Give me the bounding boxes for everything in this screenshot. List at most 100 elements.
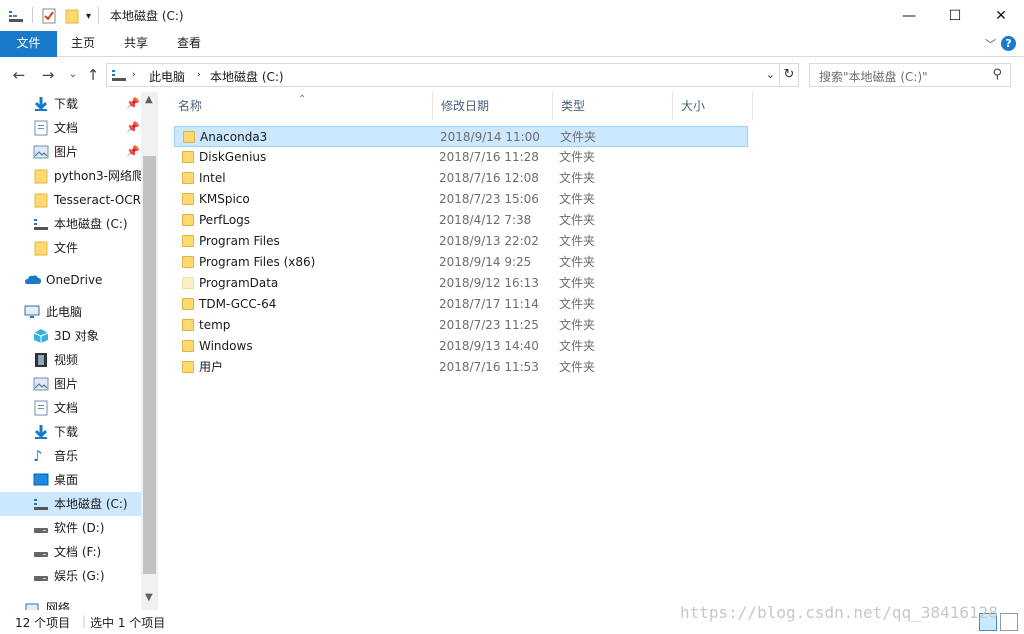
pin-icon[interactable]: 📌 bbox=[126, 116, 140, 140]
scroll-up-icon[interactable]: ▲ bbox=[145, 94, 153, 105]
pin-icon[interactable]: 📌 bbox=[126, 92, 140, 116]
nav-item-network[interactable]: 网络 bbox=[0, 596, 141, 610]
file-type: 文件夹 bbox=[560, 130, 597, 144]
folder-icon bbox=[33, 240, 49, 256]
nav-label: 图片 bbox=[54, 145, 79, 159]
table-row[interactable]: temp 2018/7/23 11:25 文件夹 bbox=[174, 315, 748, 336]
help-icon[interactable]: ? bbox=[1001, 36, 1016, 51]
nav-label: 文档 (F:) bbox=[54, 545, 102, 559]
folder-icon bbox=[33, 168, 49, 184]
file-date: 2018/7/17 11:14 bbox=[439, 297, 539, 311]
maximize-button[interactable]: ☐ bbox=[932, 0, 978, 31]
properties-icon[interactable] bbox=[42, 7, 57, 25]
picture-icon bbox=[33, 144, 49, 160]
table-row[interactable]: Anaconda3 2018/9/14 11:00 文件夹 bbox=[174, 126, 748, 147]
scroll-down-icon[interactable]: ▼ bbox=[145, 592, 153, 603]
nav-item-drive-f[interactable]: 文档 (F:) bbox=[0, 540, 141, 564]
breadcrumb-separator-icon[interactable]: › bbox=[132, 70, 136, 80]
nav-item-downloads-pc[interactable]: 下载 bbox=[0, 420, 141, 444]
minimize-button[interactable]: — bbox=[886, 0, 932, 31]
document-icon bbox=[33, 400, 49, 416]
scrollbar-thumb[interactable] bbox=[143, 156, 156, 574]
nav-item-drive-g[interactable]: 娱乐 (G:) bbox=[0, 564, 141, 588]
customize-quick-access-icon[interactable]: ▾ bbox=[86, 7, 91, 25]
address-bar[interactable]: › 此电脑 › 本地磁盘 (C:) ⌄ bbox=[106, 63, 780, 87]
search-placeholder: 搜索"本地磁盘 (C:)" bbox=[819, 70, 928, 84]
nav-item-file-folder[interactable]: 文件 bbox=[0, 236, 141, 260]
nav-item-this-pc[interactable]: 此电脑 bbox=[0, 300, 141, 324]
search-box[interactable]: 搜索"本地磁盘 (C:)" ⚲ bbox=[809, 63, 1011, 87]
back-arrow-icon[interactable]: ← bbox=[10, 66, 28, 84]
picture-icon bbox=[33, 376, 49, 392]
table-row[interactable]: Program Files 2018/9/13 22:02 文件夹 bbox=[174, 231, 748, 252]
ribbon-tabs: 文件 主页 共享 查看 ﹀ ? bbox=[0, 31, 1024, 57]
nav-item-python3-folder[interactable]: python3-网络爬 bbox=[0, 164, 141, 188]
tab-share[interactable]: 共享 bbox=[110, 31, 162, 57]
nav-item-pictures[interactable]: 图片 📌 bbox=[0, 140, 141, 164]
up-arrow-icon[interactable]: ↑ bbox=[84, 66, 102, 84]
nav-item-downloads[interactable]: 下载 📌 bbox=[0, 92, 141, 116]
tab-home[interactable]: 主页 bbox=[57, 31, 109, 57]
nav-item-drive-d[interactable]: 软件 (D:) bbox=[0, 516, 141, 540]
file-type: 文件夹 bbox=[559, 192, 596, 206]
nav-label: 本地磁盘 (C:) bbox=[54, 217, 128, 231]
file-date: 2018/7/16 12:08 bbox=[439, 171, 539, 185]
nav-item-documents-pc[interactable]: 文档 bbox=[0, 396, 141, 420]
folder-icon bbox=[182, 277, 194, 289]
new-folder-icon[interactable] bbox=[65, 7, 79, 25]
navigation-bar: ← → ⌄ ↑ › 此电脑 › 本地磁盘 (C:) ⌄ ↻ 搜索"本地磁盘 (C… bbox=[0, 58, 1024, 92]
tab-view[interactable]: 查看 bbox=[163, 31, 215, 57]
nav-item-onedrive[interactable]: OneDrive bbox=[0, 268, 141, 292]
nav-label: 下载 bbox=[54, 425, 79, 439]
file-type: 文件夹 bbox=[559, 318, 596, 332]
table-row[interactable]: 用户 2018/7/16 11:53 文件夹 bbox=[174, 357, 748, 378]
nav-item-documents[interactable]: 文档 📌 bbox=[0, 116, 141, 140]
title-bar: ▾ 本地磁盘 (C:) — ☐ ✕ bbox=[0, 0, 1024, 31]
table-row[interactable]: Intel 2018/7/16 12:08 文件夹 bbox=[174, 168, 748, 189]
nav-scrollbar[interactable]: ▲ ▼ bbox=[141, 92, 158, 610]
divider bbox=[32, 7, 33, 23]
breadcrumb-separator-icon[interactable]: › bbox=[197, 70, 201, 80]
table-row[interactable]: Program Files (x86) 2018/9/14 9:25 文件夹 bbox=[174, 252, 748, 273]
nav-item-music[interactable]: ♪ 音乐 bbox=[0, 444, 141, 468]
column-header-date[interactable]: 修改日期 bbox=[433, 92, 553, 120]
window-title: 本地磁盘 (C:) bbox=[110, 9, 184, 23]
file-date: 2018/9/14 11:00 bbox=[440, 130, 540, 144]
table-row[interactable]: PerfLogs 2018/4/12 7:38 文件夹 bbox=[174, 210, 748, 231]
file-date: 2018/9/12 16:13 bbox=[439, 276, 539, 290]
folder-icon bbox=[183, 131, 195, 143]
refresh-icon[interactable]: ↻ bbox=[780, 63, 799, 87]
nav-item-desktop[interactable]: 桌面 bbox=[0, 468, 141, 492]
breadcrumb-local-disk[interactable]: 本地磁盘 (C:) bbox=[210, 68, 284, 85]
nav-item-tesseract-folder[interactable]: Tesseract-OCR bbox=[0, 188, 141, 212]
address-dropdown-icon[interactable]: ⌄ bbox=[766, 68, 775, 81]
nav-item-pictures-pc[interactable]: 图片 bbox=[0, 372, 141, 396]
nav-label: 音乐 bbox=[54, 449, 79, 463]
column-header-size[interactable]: 大小 bbox=[673, 92, 753, 120]
pin-icon[interactable]: 📌 bbox=[126, 140, 140, 164]
tab-file[interactable]: 文件 bbox=[0, 31, 57, 57]
recent-locations-icon[interactable]: ⌄ bbox=[64, 69, 82, 80]
collapse-ribbon-icon[interactable]: ﹀ bbox=[985, 36, 996, 52]
column-header-name[interactable]: 名称 ⌃ bbox=[170, 92, 433, 120]
nav-label: 网络 bbox=[46, 601, 71, 610]
nav-label: python3-网络爬 bbox=[54, 169, 141, 183]
search-icon[interactable]: ⚲ bbox=[992, 67, 1002, 82]
download-icon bbox=[33, 424, 49, 440]
table-row[interactable]: KMSpico 2018/7/23 15:06 文件夹 bbox=[174, 189, 748, 210]
table-row[interactable]: DiskGenius 2018/7/16 11:28 文件夹 bbox=[174, 147, 748, 168]
nav-item-3d-objects[interactable]: 3D 对象 bbox=[0, 324, 141, 348]
table-row[interactable]: TDM-GCC-64 2018/7/17 11:14 文件夹 bbox=[174, 294, 748, 315]
file-date: 2018/9/14 9:25 bbox=[439, 255, 532, 269]
breadcrumb-this-pc[interactable]: 此电脑 bbox=[149, 68, 185, 85]
file-name: DiskGenius bbox=[199, 150, 267, 164]
column-header-type[interactable]: 类型 bbox=[553, 92, 673, 120]
table-row[interactable]: ProgramData 2018/9/12 16:13 文件夹 bbox=[174, 273, 748, 294]
close-button[interactable]: ✕ bbox=[978, 0, 1024, 31]
nav-item-local-disk-c[interactable]: 本地磁盘 (C:) bbox=[0, 492, 141, 516]
large-icons-view-icon[interactable] bbox=[1000, 613, 1018, 631]
forward-arrow-icon[interactable]: → bbox=[39, 66, 57, 84]
nav-item-local-disk-quick[interactable]: 本地磁盘 (C:) bbox=[0, 212, 141, 236]
table-row[interactable]: Windows 2018/9/13 14:40 文件夹 bbox=[174, 336, 748, 357]
nav-item-videos[interactable]: 视频 bbox=[0, 348, 141, 372]
